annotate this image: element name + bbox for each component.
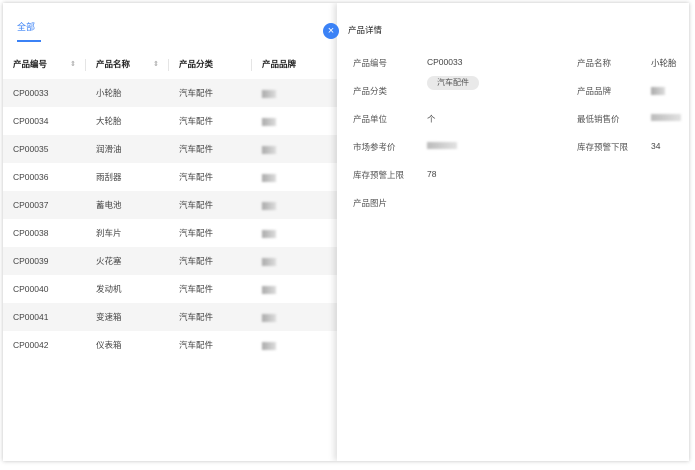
sort-icon[interactable]: ⇕: [70, 60, 76, 68]
cell-brand-blurred: [252, 191, 343, 219]
cell-brand-blurred: [252, 275, 343, 303]
table-row[interactable]: CP00039 火花塞 汽车配件: [3, 247, 343, 275]
column-header-code[interactable]: 产品编号 ⇕: [3, 49, 86, 79]
cell-name: 变速箱: [86, 303, 169, 331]
field-label-image: 产品图片: [353, 198, 388, 208]
table-row[interactable]: CP00037 蓄电池 汽车配件: [3, 191, 343, 219]
close-icon[interactable]: ×: [323, 23, 339, 39]
cell-code: CP00035: [3, 135, 86, 163]
cell-code: CP00040: [13, 284, 49, 294]
field-value-name: 小轮胎: [651, 58, 677, 68]
cell-brand-blurred: [252, 303, 343, 331]
table-row[interactable]: CP00041 变速箱 汽车配件: [3, 303, 343, 331]
field-label-market-price: 市场参考价: [353, 142, 396, 152]
table-row[interactable]: CP00040 发动机 汽车配件: [3, 275, 343, 303]
cell-category: 汽车配件: [179, 340, 214, 350]
cell-category: 汽车配件: [169, 303, 252, 331]
cell-brand-blurred: [252, 107, 343, 135]
cell-code: CP00038: [13, 228, 49, 238]
cell-category: 汽车配件: [179, 228, 214, 238]
category-tag: 汽车配件: [427, 76, 479, 90]
cell-code: CP00036: [13, 172, 49, 182]
field-label-code: 产品编号: [353, 58, 388, 68]
product-detail-drawer: 产品详情 产品编号 CP00033 产品名称 小轮胎 产品分类 汽车配件 产品品…: [337, 3, 689, 461]
field-value-code: CP00033: [427, 57, 463, 67]
table-row[interactable]: CP00038 刹车片 汽车配件: [3, 219, 343, 247]
field-value-market-price-blurred: [427, 141, 457, 151]
drawer-title: 产品详情: [348, 25, 383, 35]
field-value-stock-high: 78: [427, 169, 437, 179]
tab-active-indicator: [17, 40, 41, 42]
column-header-category[interactable]: 产品分类: [169, 49, 252, 79]
sort-icon[interactable]: ⇕: [153, 60, 159, 68]
cell-code: CP00039: [3, 247, 86, 275]
field-value-brand-blurred: [651, 85, 665, 95]
field-label-category: 产品分类: [353, 86, 388, 96]
cell-code: CP00033: [3, 79, 86, 107]
cell-category: 汽车配件: [169, 247, 252, 275]
cell-brand-blurred: [252, 135, 343, 163]
tab-all[interactable]: 全部: [17, 20, 35, 33]
product-list-panel: 全部 产品编号 ⇕ 产品名称 ⇕ 产品分类 产品品牌 CP00033 小轮胎 汽车配件 C…: [3, 3, 343, 461]
cell-brand-blurred: [252, 331, 343, 359]
cell-category: 汽车配件: [169, 79, 252, 107]
field-label-stock-high: 库存预警上限: [353, 170, 405, 180]
cell-name: 小轮胎: [86, 79, 169, 107]
cell-category: 汽车配件: [179, 284, 214, 294]
cell-name: 火花塞: [86, 247, 169, 275]
cell-code: CP00034: [13, 116, 49, 126]
cell-name: 大轮胎: [96, 116, 122, 126]
cell-brand-blurred: [252, 247, 343, 275]
field-label-unit: 产品单位: [353, 114, 388, 124]
table-row[interactable]: CP00034 大轮胎 汽车配件: [3, 107, 343, 135]
cell-name: 仪表箱: [96, 340, 122, 350]
field-label-brand: 产品品牌: [577, 86, 612, 96]
column-header-brand[interactable]: 产品品牌: [252, 49, 343, 79]
cell-name: 雨刮器: [96, 172, 122, 182]
cell-category: 汽车配件: [169, 191, 252, 219]
cell-brand-blurred: [252, 163, 343, 191]
table-row[interactable]: CP00042 仪表箱 汽车配件: [3, 331, 343, 359]
cell-name: 刹车片: [96, 228, 122, 238]
cell-category: 汽车配件: [179, 116, 214, 126]
field-label-stock-low: 库存预警下限: [577, 142, 629, 152]
tab-bar: 全部: [3, 3, 337, 43]
column-header-name[interactable]: 产品名称 ⇕: [86, 49, 169, 79]
table-row[interactable]: CP00035 润滑油 汽车配件: [3, 135, 343, 163]
field-label-name: 产品名称: [577, 58, 612, 68]
app-frame: 全部 产品编号 ⇕ 产品名称 ⇕ 产品分类 产品品牌 CP00033 小轮胎 汽车配件 C…: [3, 3, 689, 461]
cell-brand-blurred: [252, 79, 343, 107]
cell-name: 润滑油: [86, 135, 169, 163]
field-label-min-price: 最低销售价: [577, 114, 620, 124]
field-value-min-price-blurred: [651, 113, 681, 123]
cell-brand-blurred: [252, 219, 343, 247]
table-row[interactable]: CP00033 小轮胎 汽车配件: [3, 79, 343, 107]
cell-code: CP00037: [3, 191, 86, 219]
field-value-stock-low: 34: [651, 141, 661, 151]
product-table: 产品编号 ⇕ 产品名称 ⇕ 产品分类 产品品牌 CP00033 小轮胎 汽车配件 CP00…: [3, 49, 343, 359]
table-header-row: 产品编号 ⇕ 产品名称 ⇕ 产品分类 产品品牌: [3, 49, 343, 79]
table-row[interactable]: CP00036 雨刮器 汽车配件: [3, 163, 343, 191]
cell-code: CP00041: [3, 303, 86, 331]
field-value-unit: 个: [427, 114, 436, 124]
cell-code: CP00042: [13, 340, 49, 350]
cell-category: 汽车配件: [169, 135, 252, 163]
cell-name: 发动机: [96, 284, 122, 294]
cell-name: 蓄电池: [86, 191, 169, 219]
cell-category: 汽车配件: [179, 172, 214, 182]
